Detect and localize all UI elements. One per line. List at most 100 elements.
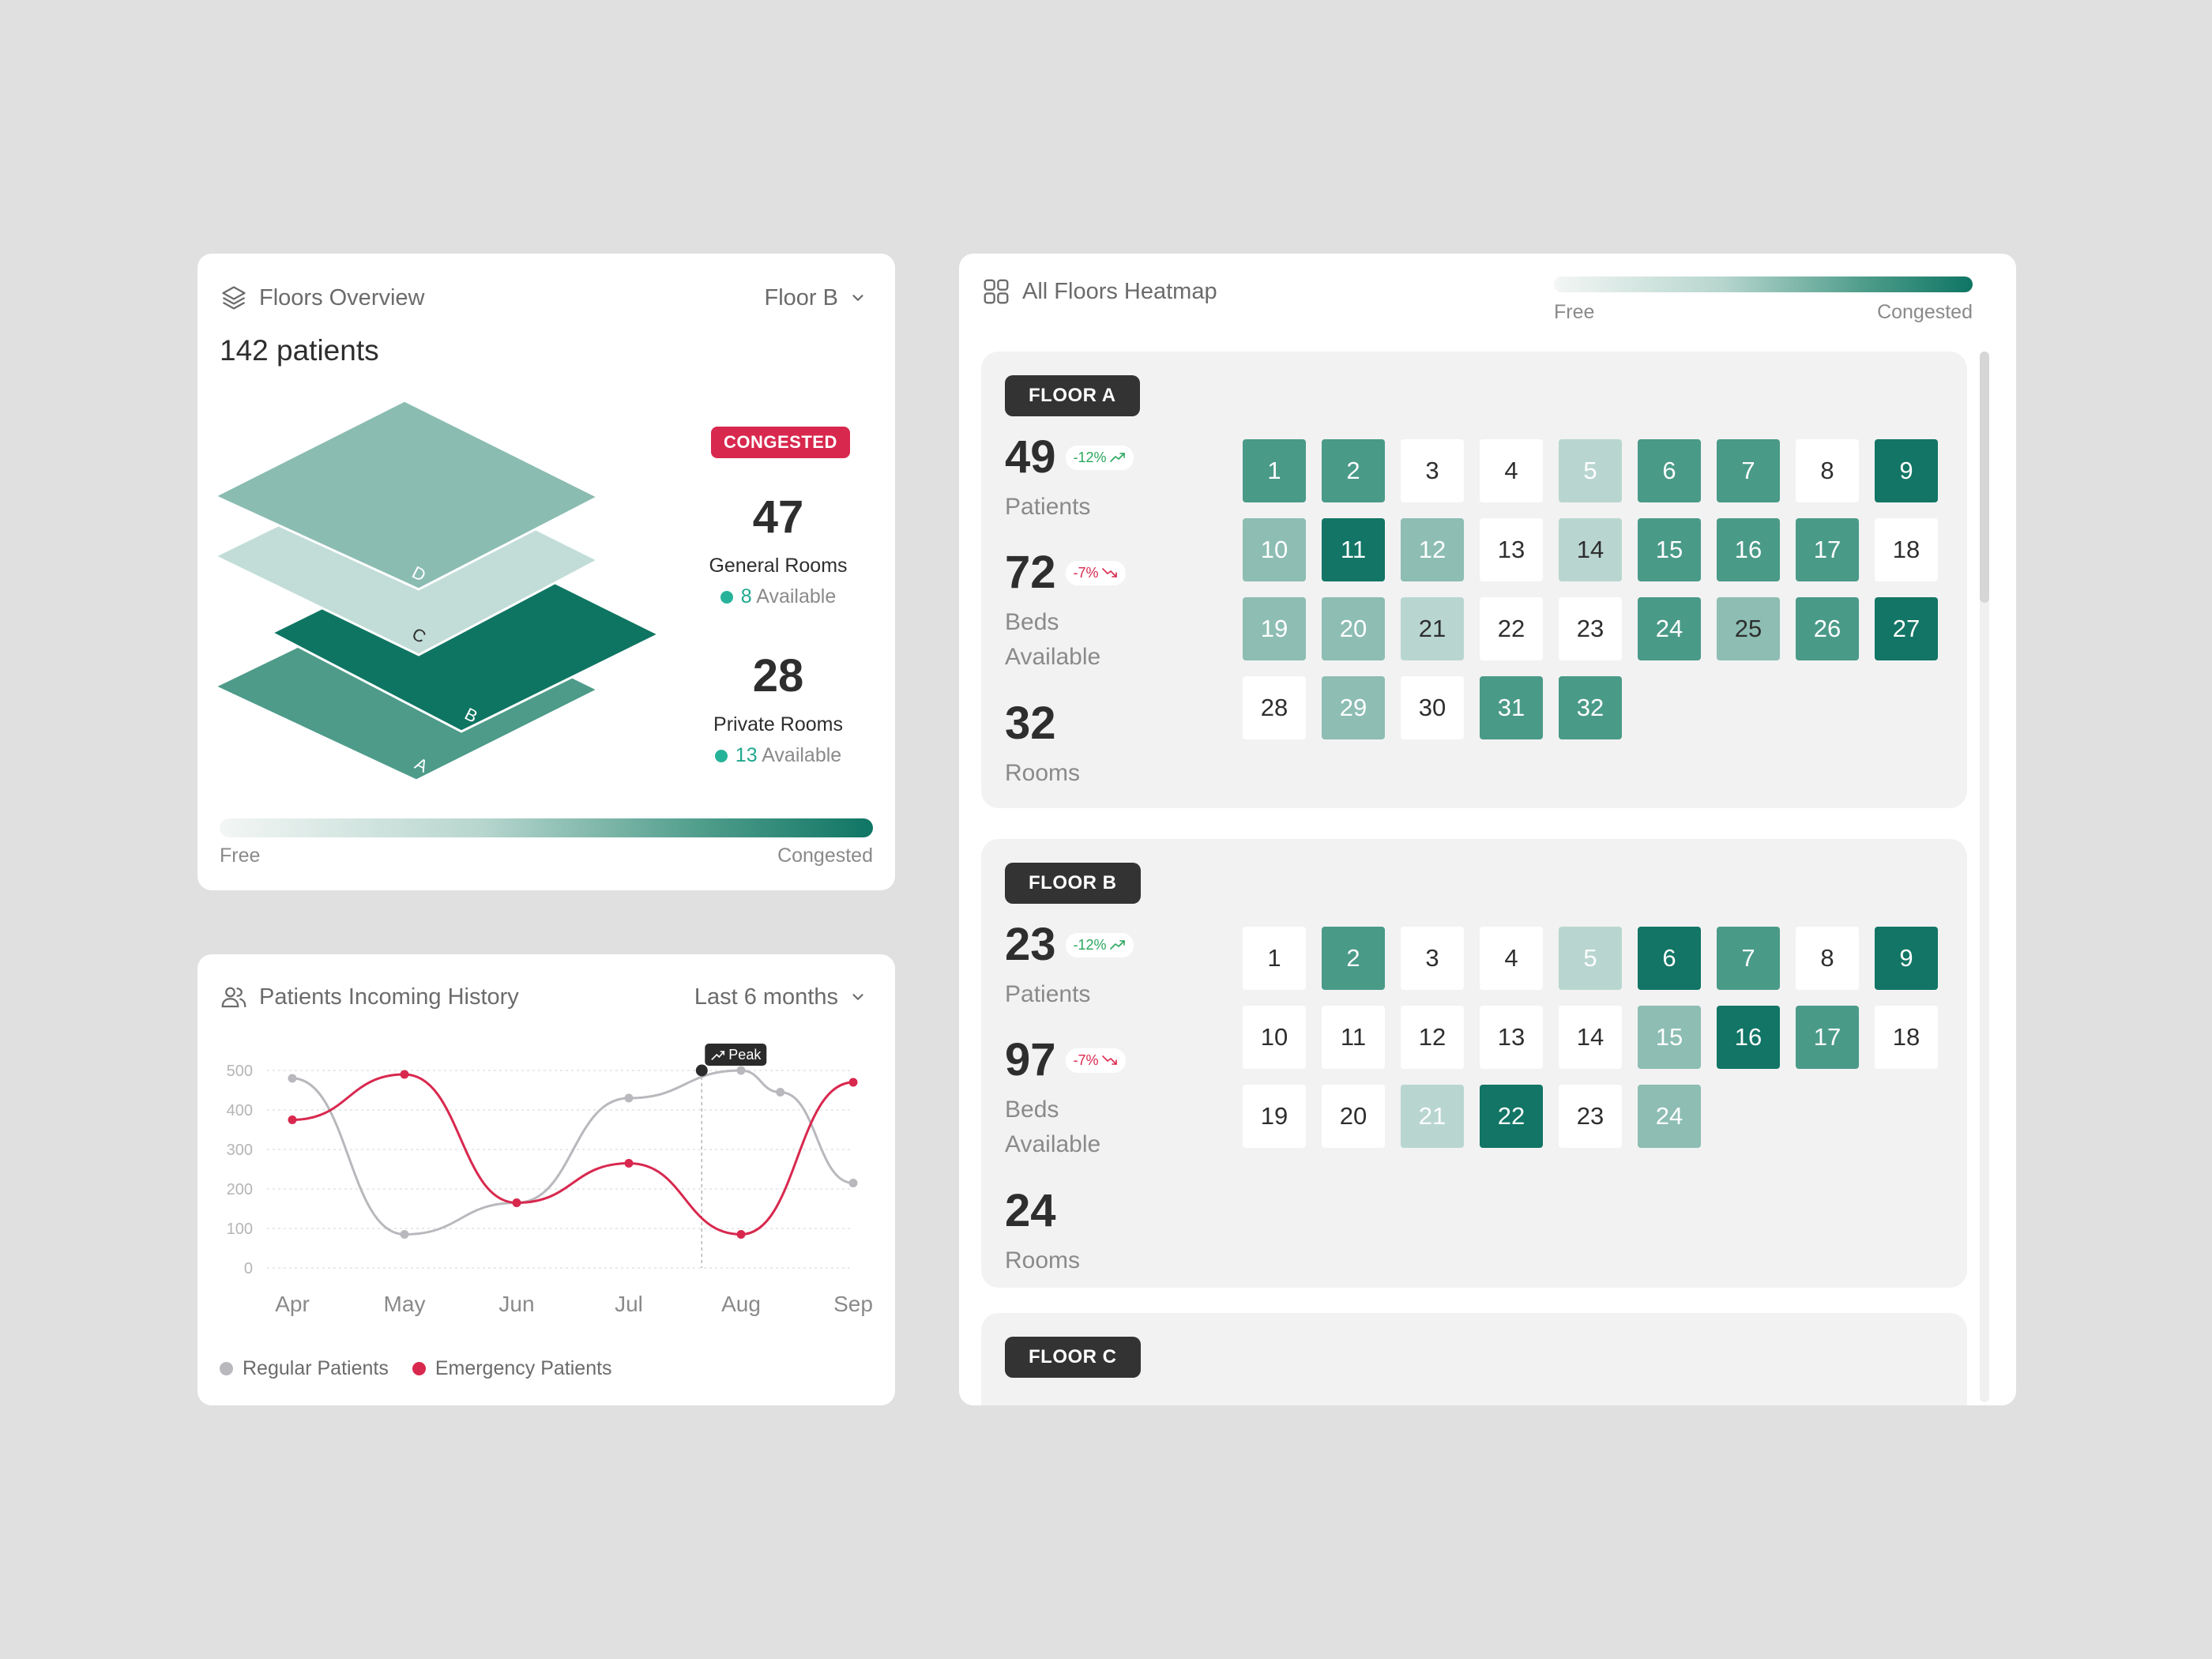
heatmap-scale-labels: Free Congested (1554, 301, 1973, 324)
room-tile[interactable]: 2 (1322, 439, 1385, 502)
available-dot (720, 590, 733, 604)
room-tile[interactable]: 7 (1717, 439, 1780, 502)
room-tile[interactable]: 9 (1875, 927, 1938, 990)
floor-b-beds-label: Beds Available (1005, 1097, 1101, 1157)
y-tick-label: 100 (227, 1221, 253, 1238)
data-point[interactable] (624, 1159, 634, 1168)
room-tile[interactable]: 14 (1559, 518, 1622, 581)
room-tile[interactable]: 25 (1717, 597, 1780, 660)
room-tile[interactable]: 11 (1322, 1006, 1385, 1069)
trend-up-icon (1109, 940, 1125, 950)
room-tile[interactable]: 15 (1638, 1006, 1701, 1069)
data-point[interactable] (776, 1088, 785, 1097)
room-tile[interactable]: 18 (1875, 1006, 1938, 1069)
general-rooms-availability: 8 Available (675, 585, 881, 608)
data-point[interactable] (288, 1115, 297, 1124)
room-tile[interactable]: 4 (1480, 439, 1543, 502)
private-rooms-available-count: 13 (735, 744, 758, 766)
room-tile[interactable]: 23 (1559, 1085, 1622, 1148)
room-tile[interactable]: 24 (1638, 597, 1701, 660)
room-tile[interactable]: 19 (1243, 1085, 1306, 1148)
room-tile[interactable]: 5 (1559, 439, 1622, 502)
room-tile[interactable]: 15 (1638, 518, 1701, 581)
room-tile[interactable]: 18 (1875, 518, 1938, 581)
data-point[interactable] (736, 1066, 746, 1075)
room-tile[interactable]: 2 (1322, 927, 1385, 990)
room-tile[interactable]: 20 (1322, 597, 1385, 660)
room-tile[interactable]: 8 (1796, 439, 1859, 502)
room-tile[interactable]: 19 (1243, 597, 1306, 660)
floor-b-patients-change-value: -12% (1073, 936, 1107, 953)
x-tick-label: Aug (721, 1292, 761, 1316)
floor-a-beds-stat: 72 -7% Beds Available (1005, 550, 1126, 674)
data-point[interactable] (400, 1070, 409, 1079)
room-tile[interactable]: 16 (1717, 1006, 1780, 1069)
room-tile[interactable]: 6 (1638, 927, 1701, 990)
heatmap-scale-congested: Congested (1877, 301, 1973, 323)
room-tile[interactable]: 6 (1638, 439, 1701, 502)
floor-select[interactable]: Floor B (765, 285, 867, 311)
room-tile[interactable]: 17 (1796, 1006, 1859, 1069)
room-tile[interactable]: 30 (1401, 676, 1464, 739)
trend-down-icon (1101, 568, 1117, 577)
data-point[interactable] (400, 1230, 409, 1239)
series-line (292, 1073, 854, 1236)
data-point[interactable] (848, 1078, 858, 1087)
room-tile[interactable]: 13 (1480, 1006, 1543, 1069)
room-tile[interactable]: 3 (1401, 927, 1464, 990)
room-tile[interactable]: 5 (1559, 927, 1622, 990)
peak-point[interactable] (695, 1064, 708, 1077)
floor-stack-illustration: A B C D (215, 399, 657, 782)
scale-congested-label: Congested (777, 845, 873, 867)
room-tile[interactable]: 32 (1559, 676, 1622, 739)
room-tile[interactable]: 1 (1243, 927, 1306, 990)
room-tile[interactable]: 9 (1875, 439, 1938, 502)
room-tile[interactable]: 7 (1717, 927, 1780, 990)
room-tile[interactable]: 31 (1480, 676, 1543, 739)
private-rooms-count: 28 (752, 650, 804, 702)
room-tile[interactable]: 28 (1243, 676, 1306, 739)
trend-down-icon (1101, 1055, 1117, 1065)
y-tick-label: 400 (227, 1102, 253, 1119)
room-tile[interactable]: 22 (1480, 597, 1543, 660)
private-rooms-availability: 13 Available (675, 744, 881, 767)
room-tile[interactable]: 23 (1559, 597, 1622, 660)
data-point[interactable] (624, 1093, 634, 1103)
room-tile[interactable]: 27 (1875, 597, 1938, 660)
room-tile[interactable]: 10 (1243, 518, 1306, 581)
room-tile[interactable]: 24 (1638, 1085, 1701, 1148)
general-rooms-stat: 47 General Rooms 8 Available (675, 491, 881, 608)
history-range-select[interactable]: Last 6 months (694, 984, 867, 1010)
room-tile[interactable]: 26 (1796, 597, 1859, 660)
data-point[interactable] (736, 1230, 746, 1239)
room-tile[interactable]: 1 (1243, 439, 1306, 502)
room-tile[interactable]: 22 (1480, 1085, 1543, 1148)
y-tick-label: 500 (227, 1063, 253, 1080)
room-tile[interactable]: 12 (1401, 518, 1464, 581)
data-point[interactable] (288, 1074, 297, 1083)
general-rooms-available-count: 8 (740, 585, 752, 608)
floor-a-rooms-stat: 32 Rooms (1005, 701, 1080, 791)
data-point[interactable] (512, 1198, 521, 1207)
floor-b-rooms-label: Rooms (1005, 1247, 1081, 1273)
room-tile[interactable]: 14 (1559, 1006, 1622, 1069)
room-tile[interactable]: 21 (1401, 597, 1464, 660)
room-tile[interactable]: 17 (1796, 518, 1859, 581)
floor-a-beds-change: -7% (1065, 560, 1126, 585)
room-tile[interactable]: 8 (1796, 927, 1859, 990)
data-point[interactable] (848, 1179, 858, 1187)
room-tile[interactable]: 4 (1480, 927, 1543, 990)
private-rooms-stat: 28 Private Rooms 13 Available (675, 649, 881, 767)
room-tile[interactable]: 10 (1243, 1006, 1306, 1069)
room-tile[interactable]: 12 (1401, 1006, 1464, 1069)
room-tile[interactable]: 16 (1717, 518, 1780, 581)
floor-a-beds-change-value: -7% (1073, 564, 1099, 581)
room-tile[interactable]: 13 (1480, 518, 1543, 581)
room-tile[interactable]: 11 (1322, 518, 1385, 581)
heatmap-scrollbar-thumb[interactable] (1980, 352, 1989, 603)
room-tile[interactable]: 20 (1322, 1085, 1385, 1148)
general-rooms-available-label: Available (756, 585, 837, 608)
room-tile[interactable]: 29 (1322, 676, 1385, 739)
room-tile[interactable]: 3 (1401, 439, 1464, 502)
room-tile[interactable]: 21 (1401, 1085, 1464, 1148)
